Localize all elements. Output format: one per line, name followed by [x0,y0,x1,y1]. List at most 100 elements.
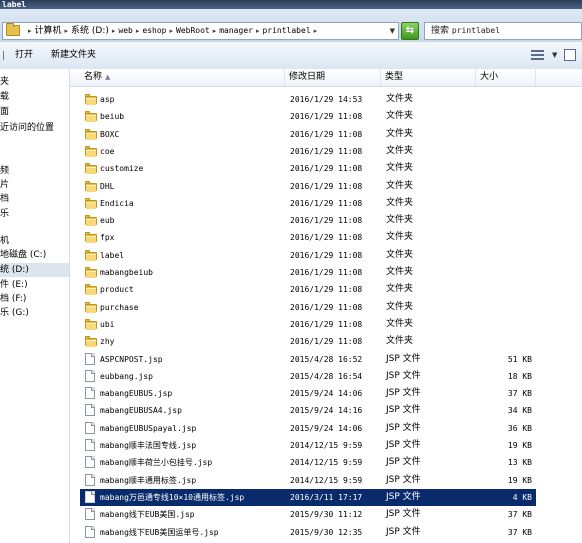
chevron-right-icon[interactable]: ▸ [28,27,32,35]
file-name: purchase [100,302,139,312]
chevron-right-icon[interactable]: ▸ [169,27,173,35]
folder-row[interactable]: DHL 2016/1/29 11:08 文件夹 [80,178,536,195]
nav-item[interactable]: 乐 (G:) [0,306,69,320]
file-type: JSP 文件 [386,474,421,485]
file-name: mabangEUBUS.jsp [100,389,173,399]
nav-item[interactable]: 档 [0,192,69,206]
nav-item[interactable]: 统 (D:) [0,263,69,277]
file-row[interactable]: mabang顺丰通用标签.jsp 2014/12/15 9:59 JSP 文件 19 … [80,472,536,489]
search-input[interactable]: 搜索 printlabel [424,22,582,40]
file-size: 36 KB [507,423,532,433]
folder-row[interactable]: coe 2016/1/29 11:08 文件夹 [80,143,536,160]
modified-date: 2016/1/29 11:08 [290,198,363,208]
breadcrumb-item[interactable]: web [118,26,132,35]
folder-row[interactable]: label 2016/1/29 11:08 文件夹 [80,247,536,264]
nav-item[interactable]: 载 [0,90,69,104]
file-row[interactable]: ASPCNPOST.jsp 2015/4/28 16:52 JSP 文件 51 KB [80,351,536,368]
chevron-right-icon[interactable]: ▸ [256,27,260,35]
file-type: 文件夹 [386,301,414,312]
preview-pane-icon[interactable] [564,49,576,61]
nav-item[interactable]: 机 [0,234,69,248]
file-row[interactable]: mabangEUBUSA4.jsp 2015/9/24 14:16 JSP 文件 34… [80,402,536,419]
open-button[interactable]: 打开 [15,42,33,69]
file-name: mabangEUBUSA4.jsp [100,406,182,416]
folder-row[interactable]: BOXC 2016/1/29 11:08 文件夹 [80,126,536,143]
file-size [476,247,532,264]
nav-item[interactable]: 频 [0,164,69,178]
file-row[interactable]: mabangEUBUSpayal.jsp 2015/9/24 14:06 JSP 文… [80,420,536,437]
nav-item[interactable]: 夹 [0,75,69,89]
breadcrumb-item[interactable]: 系统 (D:) [71,26,109,36]
file-type: JSP 文件 [386,405,421,416]
folder-icon [85,128,97,140]
file-row[interactable]: mabang顺丰法国专线.jsp 2014/12/15 9:59 JSP 文件 19 … [80,437,536,454]
breadcrumb-item[interactable]: printlabel [262,26,310,35]
column-size-header[interactable]: 大小 [476,69,536,86]
folder-row[interactable]: Endicia 2016/1/29 11:08 文件夹 [80,195,536,212]
chevron-down-icon[interactable]: ▼ [390,23,395,39]
folder-row[interactable]: ubi 2016/1/29 11:08 文件夹 [80,316,536,333]
chevron-right-icon[interactable]: ▸ [136,27,140,35]
refresh-button[interactable]: ⇆ [401,22,419,40]
breadcrumb-item[interactable]: manager [219,26,253,35]
nav-item[interactable]: 件 (E:) [0,278,69,292]
nav-item[interactable]: 近访问的位置 [0,121,69,135]
file-type: 文件夹 [386,267,414,277]
nav-item[interactable]: 地磁盘 (C:) [0,248,69,262]
file-type: 文件夹 [386,284,414,295]
navigation-pane: 夹载面近访问的位置频片档乐机地磁盘 (C:) 统 (D:) 件 (E:) 档 (F:)… [0,69,70,543]
breadcrumb-item[interactable]: 计算机 [35,26,62,36]
folder-row[interactable]: purchase 2016/1/29 11:08 文件夹 [80,299,536,316]
nav-item[interactable]: 乐 [0,207,69,221]
file-row[interactable]: mabang顺丰荷兰小包挂号.jsp 2014/12/15 9:59 JSP 文件 1… [80,454,536,471]
modified-date: 2015/4/28 16:52 [290,354,363,364]
folder-row[interactable]: customize 2016/1/29 11:08 文件夹 [80,160,536,177]
file-type: JSP 文件 [386,422,421,433]
file-row[interactable]: mabangEUBUS.jsp 2015/9/24 14:06 JSP 文件 37 K… [80,385,536,402]
chevron-right-icon[interactable]: ▸ [213,27,217,35]
breadcrumb-item[interactable]: WebRoot [176,26,210,35]
modified-date: 2014/12/15 9:59 [290,458,363,468]
breadcrumb-item[interactable]: eshop [142,26,166,35]
folder-row[interactable]: mabangbeiub 2016/1/29 11:08 文件夹 [80,264,536,281]
chevron-right-icon[interactable]: ▸ [65,27,69,35]
file-name: fpx [100,233,115,243]
folder-row[interactable]: product 2016/1/29 11:08 文件夹 [80,281,536,298]
column-name-header[interactable]: 名称 ▲ [80,69,285,86]
file-type: 文件夹 [386,336,414,347]
folder-row[interactable]: fpx 2016/1/29 11:08 文件夹 [80,229,536,246]
nav-item[interactable] [0,139,69,153]
nav-item[interactable]: 片 [0,178,69,192]
file-name: beiub [100,112,125,122]
folder-row[interactable]: zhy 2016/1/29 11:08 文件夹 [80,333,536,350]
folder-row[interactable]: eub 2016/1/29 11:08 文件夹 [80,212,536,229]
column-type-header[interactable]: 类型 [381,69,476,86]
file-row[interactable]: mabang万邑通专线10×10通用标签.jsp 2016/3/11 17:17 J… [80,488,536,506]
nav-item[interactable]: 面 [0,105,69,119]
chevron-right-icon[interactable]: ▸ [314,27,318,35]
column-date-header[interactable]: 修改日期 [285,69,381,86]
modified-date: 2016/1/29 11:08 [290,337,363,347]
folder-row[interactable]: beiub 2016/1/29 11:08 文件夹 [80,108,536,125]
folder-row[interactable]: asp 2016/1/29 14:53 文件夹 [80,91,536,108]
file-name: coe [100,146,115,156]
file-size [476,229,532,246]
file-icon [85,473,95,486]
file-row[interactable]: mabang线下EUB美国运单号.jsp 2015/9/30 12:35 JSP 文… [80,524,536,541]
file-row[interactable]: mabang线下EUB美国.jsp 2015/9/30 11:12 JSP 文件 37… [80,506,536,523]
file-row[interactable]: eubbang.jsp 2015/4/28 16:54 JSP 文件 18 KB [80,368,536,385]
new-folder-button[interactable]: 新建文件夹 [51,42,96,69]
address-bar[interactable]: ▸ 计算机 ▸ 系统 (D:) ▸ web ▸ eshop ▸ WebRoot ▸ manager ▸ p… [2,22,399,40]
view-options-icon[interactable] [531,50,544,60]
file-type: 文件夹 [386,215,414,226]
modified-date: 2015/9/24 14:06 [290,389,363,399]
nav-item[interactable]: 档 (F:) [0,292,69,306]
folder-icon [85,94,97,105]
chevron-right-icon[interactable]: ▸ [112,27,116,35]
chevron-down-icon[interactable]: ▼ [552,42,557,69]
search-placeholder-folder: printlabel [451,26,501,35]
modified-date: 2016/1/29 11:08 [290,233,363,243]
file-name: mabang线下EUB美国.jsp [100,510,195,520]
file-size: 13 KB [507,458,532,468]
file-type: JSP 文件 [386,388,421,399]
